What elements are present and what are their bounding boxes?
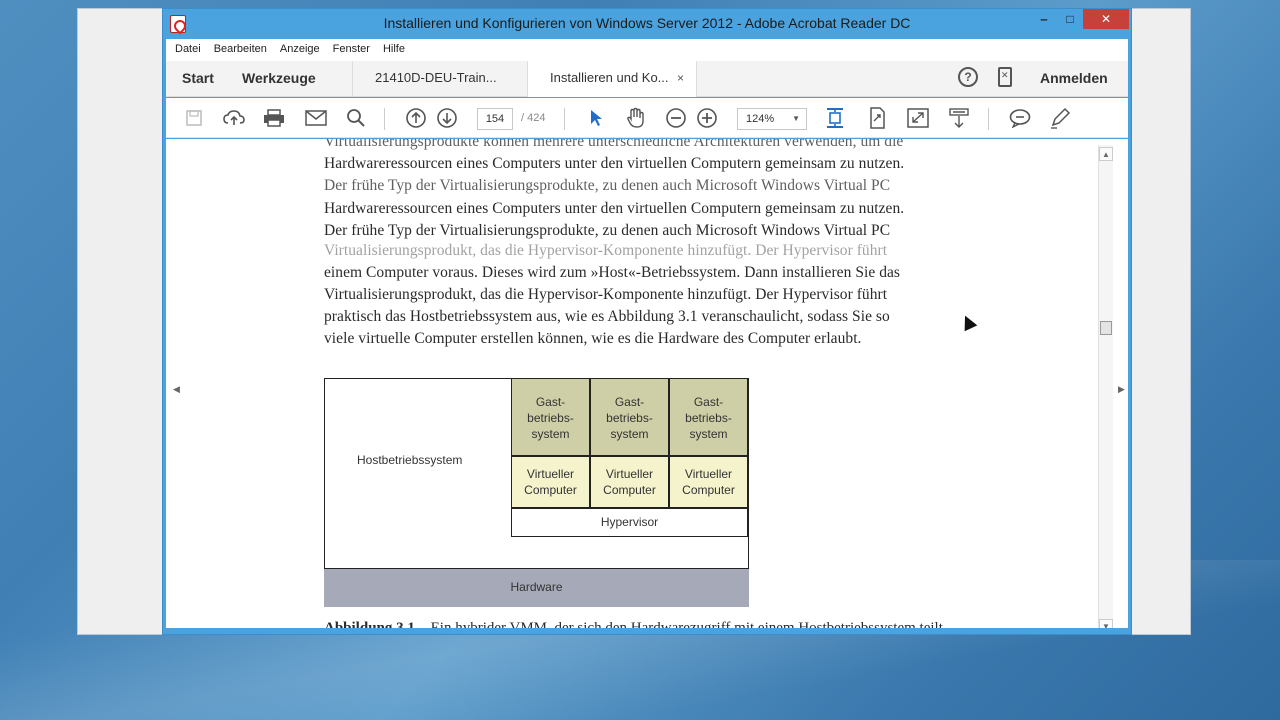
scroll-thumb[interactable] [1100,321,1112,335]
maximize-button[interactable]: □ [1057,9,1083,29]
close-button[interactable]: ✕ [1083,9,1129,29]
mobile-link-icon[interactable] [998,67,1012,87]
menu-bar: Datei Bearbeiten Anzeige Fenster Hilfe [166,39,1128,61]
mail-icon[interactable] [304,107,328,129]
text-line: praktisch das Hostbetriebssystem aus, wi… [324,308,890,325]
guest-os-box: Gast- betriebs- system [590,378,669,456]
toolbar-divider [564,108,565,130]
figure-caption: Abbildung 3.1 Ein hybrider VMM, der sich… [324,620,943,628]
document-view[interactable]: ◀ ▶ Virtualisierungsprodukte können mehr… [166,139,1128,628]
mouse-cursor [958,312,978,332]
tab-document-1[interactable]: 21410D-DEU-Train... [352,61,524,97]
text-line: Virtualisierungsprodukte können mehrere … [324,139,904,150]
tab-document-2[interactable]: Installieren und Ko... [527,61,697,97]
zoom-value: 124% [746,113,775,125]
text-line: Virtualisierungsprodukt, das die Hypervi… [324,286,888,303]
minimize-button[interactable]: ‒ [1031,9,1057,29]
hardware-box: Hardware [324,568,749,607]
read-mode-icon[interactable] [947,107,971,129]
tab-start[interactable]: Start [182,61,214,97]
zoom-out-icon[interactable] [664,107,688,129]
vertical-scrollbar[interactable]: ▲ ▼ [1098,145,1113,628]
toolbar: 154 / 424 124% ▼ [166,98,1128,138]
rotate-icon[interactable] [865,107,889,129]
caption-text: Ein hybrider VMM, der sich den Hardwarez… [430,620,943,628]
toolbar-divider [384,108,385,130]
search-icon[interactable] [344,107,368,129]
acrobat-window: Installieren und Konfigurieren von Windo… [162,8,1132,635]
help-icon[interactable]: ? [958,67,978,87]
page-total: / 424 [521,112,546,124]
menu-edit[interactable]: Bearbeiten [214,39,267,61]
tab-bar: Start Werkzeuge 21410D-DEU-Train... Inst… [166,61,1128,97]
text-line: viele virtuelle Computer erstellen könne… [324,330,862,347]
virtual-computer-box: Virtueller Computer [511,456,590,508]
guest-os-box: Gast- betriebs- system [511,378,590,456]
tab-close-icon[interactable]: × [677,61,684,95]
pdf-page: Virtualisierungsprodukte können mehrere … [324,139,1034,628]
select-arrow-icon[interactable] [584,107,608,129]
window-controls: ‒ □ ✕ [1031,9,1129,31]
chevron-down-icon: ▼ [792,114,800,123]
window-title: Installieren und Konfigurieren von Windo… [383,15,911,31]
text-line: Virtualisierungsprodukt, das die Hypervi… [324,242,888,259]
text-line: Der frühe Typ der Virtualisierungsproduk… [324,177,891,194]
zoom-in-icon[interactable] [695,107,719,129]
comment-icon[interactable] [1008,107,1032,129]
text-line: einem Computer voraus. Dieses wird zum »… [324,264,901,281]
menu-view[interactable]: Anzeige [280,39,320,61]
menu-help[interactable]: Hilfe [383,39,405,61]
menu-window[interactable]: Fenster [333,39,370,61]
title-bar: Installieren und Konfigurieren von Windo… [163,9,1131,39]
save-icon[interactable] [182,107,206,129]
page-number-input[interactable]: 154 [477,108,513,130]
text-line: Der frühe Typ der Virtualisierungsproduk… [324,222,891,239]
hypervisor-box: Hypervisor [511,508,748,537]
caption-label: Abbildung 3.1 [324,620,415,628]
tab-tools[interactable]: Werkzeuge [242,61,316,97]
tab-document-1-label: 21410D-DEU-Train... [375,70,497,85]
text-line: Hardwareressourcen eines Computers unter… [324,200,905,217]
scroll-up-icon[interactable]: ▲ [1099,147,1113,161]
host-os-label: Hostbetriebssystem [357,453,463,467]
scroll-down-icon[interactable]: ▼ [1099,619,1113,628]
zoom-select[interactable]: 124% ▼ [737,108,807,130]
figure-hybrid-vmm: Hostbetriebssystem Gast- betriebs- syste… [324,378,749,607]
menu-file[interactable]: Datei [175,39,201,61]
fit-page-icon[interactable] [823,107,847,129]
text-line: Hardwareressourcen eines Computers unter… [324,155,905,172]
cloud-upload-icon[interactable] [222,107,246,129]
prev-page-arrow-icon[interactable]: ◀ [173,384,180,395]
signin-button[interactable]: Anmelden [1040,61,1108,97]
tab-document-2-label: Installieren und Ko... [550,70,669,85]
fullscreen-icon[interactable] [906,107,930,129]
print-icon[interactable] [262,107,286,129]
virtual-computer-box: Virtueller Computer [590,456,669,508]
prev-page-icon[interactable] [404,107,428,129]
hand-icon[interactable] [624,107,648,129]
guest-os-box: Gast- betriebs- system [669,378,748,456]
toolbar-divider [988,108,989,130]
next-page-icon[interactable] [435,107,459,129]
pen-icon[interactable] [1048,107,1072,129]
next-page-arrow-icon[interactable]: ▶ [1118,384,1125,395]
virtual-computer-box: Virtueller Computer [669,456,748,508]
